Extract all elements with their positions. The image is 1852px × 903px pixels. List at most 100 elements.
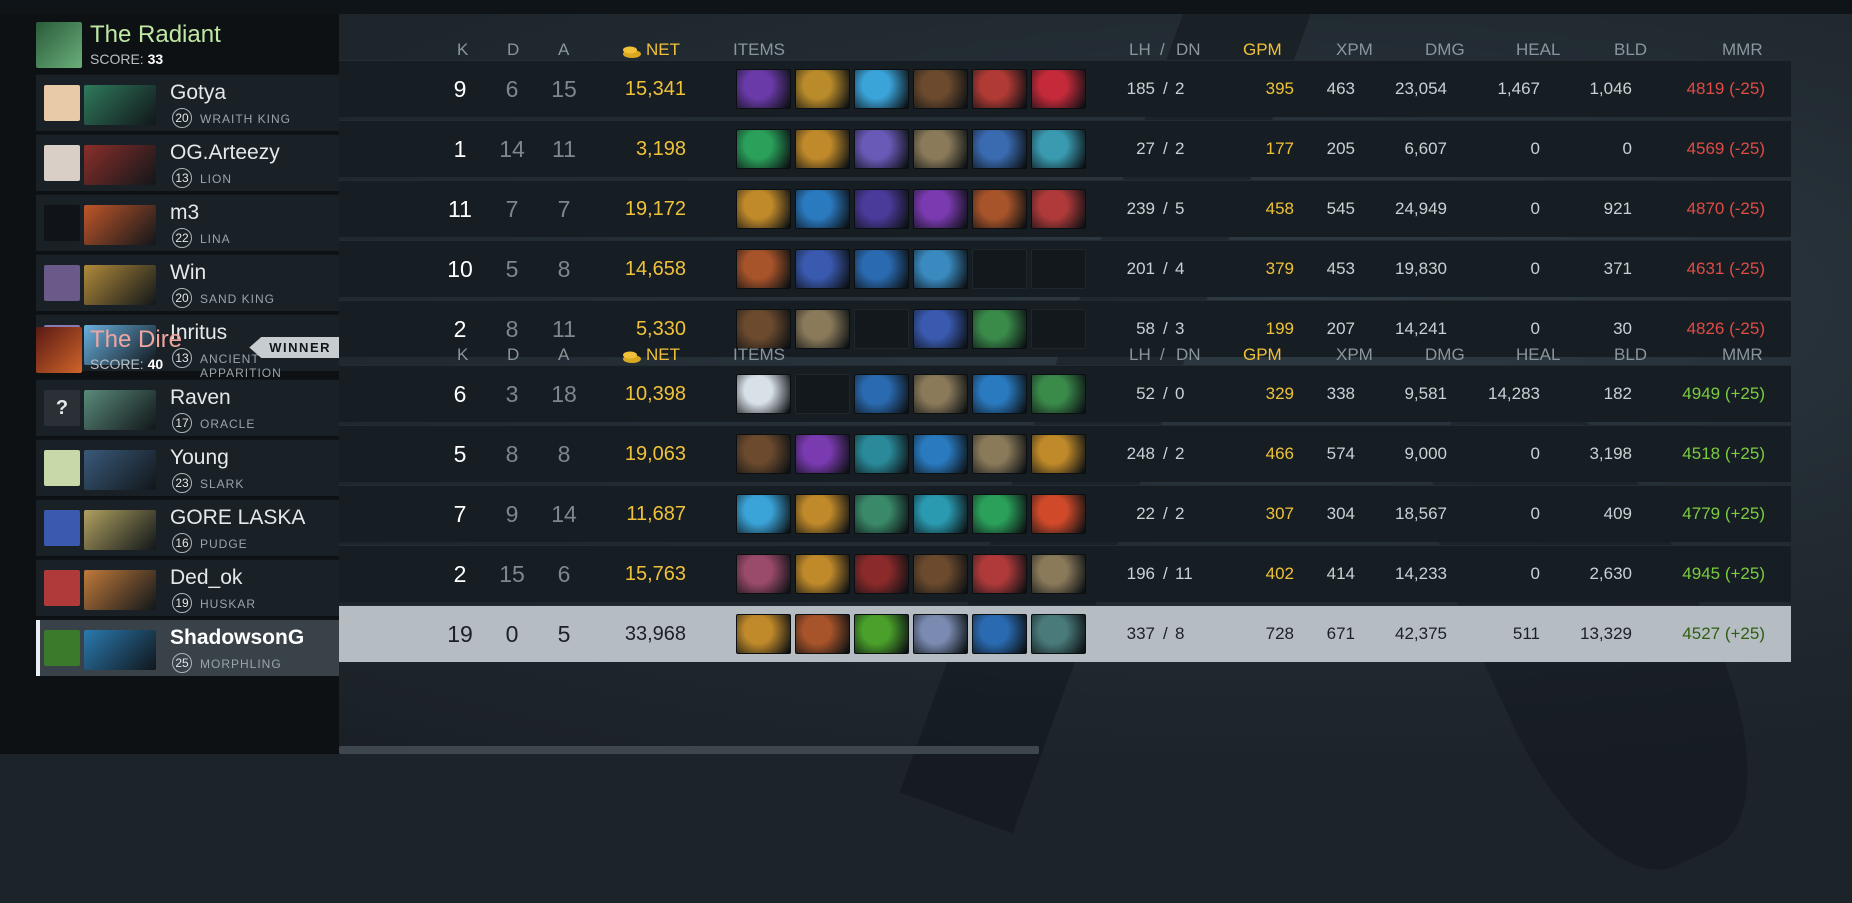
item-slot-2[interactable] — [795, 189, 850, 229]
item-slot-3[interactable] — [854, 374, 909, 414]
item-slot-1[interactable] — [736, 614, 791, 654]
item-slot-5[interactable] — [972, 69, 1027, 109]
item-slot-3[interactable] — [854, 309, 909, 349]
item-slot-4[interactable] — [913, 494, 968, 534]
hero-portrait[interactable] — [84, 510, 156, 550]
hero-portrait[interactable] — [84, 205, 156, 245]
horizontal-scrollbar[interactable] — [339, 746, 1039, 754]
item-slot-4[interactable] — [913, 554, 968, 594]
item-slot-5[interactable] — [972, 309, 1027, 349]
player-row-dire-0[interactable]: ? Raven 17 ORACLE — [36, 379, 339, 436]
stats-row-dire-2[interactable]: 7 9 14 11,687 22/2 307 304 18,567 0 409 4779 (+25) — [339, 485, 1791, 542]
item-slot-4[interactable] — [913, 129, 968, 169]
item-slot-2[interactable] — [795, 249, 850, 289]
header-xpm: XPM — [1336, 40, 1373, 59]
player-name[interactable]: ShadowsonG — [170, 626, 304, 650]
player-name[interactable]: Ded_ok — [170, 566, 242, 590]
item-slot-3[interactable] — [854, 69, 909, 109]
item-slot-3[interactable] — [854, 554, 909, 594]
stats-row-dire-0[interactable]: 6 3 18 10,398 52/0 329 338 9,581 14,283 182 4949 (… — [339, 365, 1791, 422]
item-slot-2[interactable] — [795, 309, 850, 349]
player-row-radiant-2[interactable]: m3 22 LINA — [36, 194, 339, 251]
hero-portrait[interactable] — [84, 145, 156, 185]
hero-portrait[interactable] — [84, 450, 156, 490]
item-slot-4[interactable] — [913, 69, 968, 109]
item-slot-2[interactable] — [795, 614, 850, 654]
item-slot-3[interactable] — [854, 434, 909, 474]
item-slot-3[interactable] — [854, 614, 909, 654]
hero-name: WRAITH KING — [200, 112, 291, 126]
stats-row-radiant-1[interactable]: 1 14 11 3,198 27/2 177 205 6,607 0 0 4569 (-25) — [339, 120, 1791, 177]
item-slot-5[interactable] — [972, 374, 1027, 414]
hero-portrait[interactable] — [84, 265, 156, 305]
item-slot-2[interactable] — [795, 69, 850, 109]
item-slot-3[interactable] — [854, 189, 909, 229]
hero-level: 16 — [172, 533, 192, 553]
item-slot-6[interactable] — [1031, 309, 1086, 349]
player-row-dire-3[interactable]: Ded_ok 19 HUSKAR — [36, 559, 339, 616]
item-slot-3[interactable] — [854, 129, 909, 169]
player-name[interactable]: m3 — [170, 201, 199, 225]
item-slot-1[interactable] — [736, 189, 791, 229]
item-slot-3[interactable] — [854, 249, 909, 289]
player-name[interactable]: Gotya — [170, 81, 226, 105]
item-slot-6[interactable] — [1031, 374, 1086, 414]
item-slot-6[interactable] — [1031, 554, 1086, 594]
item-slot-2[interactable] — [795, 554, 850, 594]
hero-portrait[interactable] — [84, 570, 156, 610]
item-slot-1[interactable] — [736, 249, 791, 289]
item-slot-2[interactable] — [795, 374, 850, 414]
item-slot-4[interactable] — [913, 614, 968, 654]
player-name[interactable]: Win — [170, 261, 206, 285]
item-slot-5[interactable] — [972, 494, 1027, 534]
item-slot-1[interactable] — [736, 554, 791, 594]
player-row-radiant-1[interactable]: OG.Arteezy 13 LION — [36, 134, 339, 191]
item-slot-1[interactable] — [736, 129, 791, 169]
player-name[interactable]: Raven — [170, 386, 231, 410]
player-row-dire-1[interactable]: Young 23 SLARK — [36, 439, 339, 496]
item-slot-2[interactable] — [795, 129, 850, 169]
stats-row-dire-1[interactable]: 5 8 8 19,063 248/2 466 574 9,000 0 3,198 4518 (+25… — [339, 425, 1791, 482]
item-slot-6[interactable] — [1031, 249, 1086, 289]
item-slot-6[interactable] — [1031, 434, 1086, 474]
hero-portrait[interactable] — [84, 390, 156, 430]
hero-portrait[interactable] — [84, 85, 156, 125]
item-slot-5[interactable] — [972, 554, 1027, 594]
hero-portrait[interactable] — [84, 630, 156, 670]
player-row-radiant-0[interactable]: Gotya 20 WRAITH KING — [36, 74, 339, 131]
item-slot-6[interactable] — [1031, 189, 1086, 229]
item-slot-6[interactable] — [1031, 494, 1086, 534]
item-slot-1[interactable] — [736, 374, 791, 414]
player-row-dire-2[interactable]: GORE LASKA 16 PUDGE — [36, 499, 339, 556]
item-slot-4[interactable] — [913, 374, 968, 414]
item-slot-3[interactable] — [854, 494, 909, 534]
player-name[interactable]: GORE LASKA — [170, 506, 305, 530]
item-slot-4[interactable] — [913, 309, 968, 349]
item-slot-6[interactable] — [1031, 69, 1086, 109]
item-slot-6[interactable] — [1031, 614, 1086, 654]
item-slot-1[interactable] — [736, 434, 791, 474]
item-slot-4[interactable] — [913, 249, 968, 289]
item-slot-5[interactable] — [972, 614, 1027, 654]
item-slot-4[interactable] — [913, 434, 968, 474]
item-slot-5[interactable] — [972, 129, 1027, 169]
item-slot-2[interactable] — [795, 494, 850, 534]
stats-row-dire-3[interactable]: 2 15 6 15,763 196/11 402 414 14,233 0 2,630 4945 (… — [339, 545, 1791, 602]
player-row-dire-4[interactable]: ShadowsonG 25 MORPHLING — [36, 619, 339, 676]
player-name[interactable]: OG.Arteezy — [170, 141, 280, 165]
item-slot-5[interactable] — [972, 249, 1027, 289]
item-slot-5[interactable] — [972, 189, 1027, 229]
item-slot-1[interactable] — [736, 309, 791, 349]
player-row-radiant-3[interactable]: Win 20 SAND KING — [36, 254, 339, 311]
item-slot-1[interactable] — [736, 494, 791, 534]
stats-row-radiant-3[interactable]: 10 5 8 14,658 201/4 379 453 19,830 0 371 4631 (-25… — [339, 240, 1791, 297]
stats-row-radiant-2[interactable]: 11 7 7 19,172 239/5 458 545 24,949 0 921 4870 (-25… — [339, 180, 1791, 237]
stats-row-dire-4[interactable]: 19 0 5 33,968 337/8 728 671 42,375 511 13,329 4527… — [339, 605, 1791, 662]
item-slot-5[interactable] — [972, 434, 1027, 474]
item-slot-2[interactable] — [795, 434, 850, 474]
item-slot-6[interactable] — [1031, 129, 1086, 169]
item-slot-1[interactable] — [736, 69, 791, 109]
item-slot-4[interactable] — [913, 189, 968, 229]
player-name[interactable]: Young — [170, 446, 229, 470]
stats-row-radiant-0[interactable]: 9 6 15 15,341 185/2 395 463 23,054 1,467 1,046 481… — [339, 60, 1791, 117]
